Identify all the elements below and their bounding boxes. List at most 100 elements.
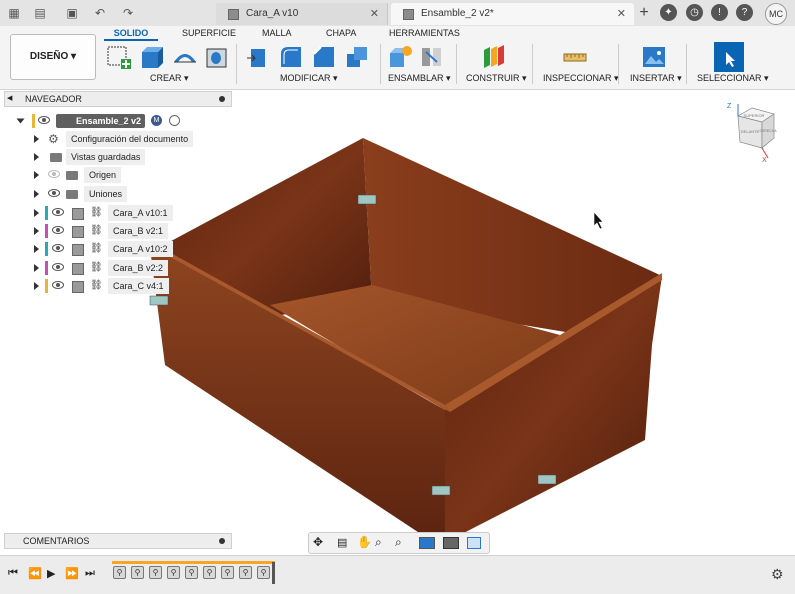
new-tab-icon[interactable]: +	[636, 5, 652, 21]
orbit-icon[interactable]: ✥	[313, 535, 323, 549]
expand-icon[interactable]	[34, 135, 39, 143]
pan-icon[interactable]: ✋	[357, 535, 372, 549]
joint-marker-icon[interactable]	[431, 485, 451, 496]
timeline-joint-icon[interactable]: ⚲	[113, 566, 126, 579]
expand-icon[interactable]	[34, 282, 39, 290]
expand-icon[interactable]	[34, 209, 39, 217]
revolve-icon[interactable]	[172, 44, 198, 70]
eye-icon[interactable]	[52, 244, 64, 252]
last-icon[interactable]: ⏭	[85, 567, 95, 580]
browser-item-component[interactable]: ⛓ Cara_A v10:2	[14, 241, 214, 257]
press-pull-icon[interactable]	[245, 44, 271, 70]
radio-icon[interactable]	[169, 115, 180, 126]
combine-icon[interactable]	[344, 44, 370, 70]
eye-icon[interactable]	[48, 189, 60, 197]
insert-image-icon[interactable]	[641, 44, 667, 70]
viewcube-face-top[interactable]: SUPERIOR	[744, 113, 765, 118]
viewcube-face-front[interactable]: DELANTE	[741, 129, 760, 134]
eye-icon[interactable]	[52, 208, 64, 216]
timeline-joint-icon[interactable]: ⚲	[221, 566, 234, 579]
eye-icon[interactable]	[52, 263, 64, 271]
browser-item[interactable]: Uniones	[14, 186, 214, 202]
zoom-icon[interactable]: ⌕	[375, 535, 382, 550]
fit-icon[interactable]: ⌕	[395, 535, 402, 550]
notifications-icon[interactable]: !	[711, 4, 728, 21]
eye-icon[interactable]	[52, 226, 64, 234]
redo-icon[interactable]: ↷	[120, 5, 136, 21]
fillet-icon[interactable]	[278, 44, 304, 70]
measure-icon[interactable]	[562, 44, 588, 70]
new-component-icon[interactable]	[387, 44, 413, 70]
timeline-joint-icon[interactable]: ⚲	[149, 566, 162, 579]
timeline-marker[interactable]	[272, 562, 275, 584]
expand-icon[interactable]	[34, 245, 39, 253]
avatar[interactable]: MC	[765, 3, 787, 25]
root-label[interactable]: Ensamble_2 v2	[56, 114, 146, 128]
pin-icon[interactable]	[219, 96, 225, 102]
document-tab-cara-a[interactable]: Cara_A v10 ✕	[216, 3, 388, 25]
grid-settings-icon[interactable]	[443, 537, 459, 549]
browser-item[interactable]: Origen	[14, 167, 214, 183]
timeline-joint-icon[interactable]: ⚲	[203, 566, 216, 579]
hole-icon[interactable]	[204, 44, 230, 70]
previous-icon[interactable]: ⏪	[28, 567, 42, 580]
help-icon[interactable]: ?	[736, 4, 753, 21]
tab-herramientas[interactable]: HERRAMIENTAS	[389, 28, 460, 38]
tab-solido[interactable]: SOLIDO	[104, 28, 158, 41]
browser-item-component[interactable]: ⛓ Cara_A v10:1	[14, 205, 214, 221]
browser-item-component[interactable]: ⛓ Cara_B v2:1	[14, 223, 214, 239]
offset-plane-icon[interactable]	[481, 44, 507, 70]
tab-superficie[interactable]: SUPERFICIE	[182, 28, 236, 38]
expand-icon[interactable]	[34, 264, 39, 272]
viewcube-face-right[interactable]: DERECHA	[759, 129, 777, 133]
expand-icon[interactable]	[16, 118, 25, 124]
comments-panel[interactable]: COMENTARIOS	[4, 533, 232, 549]
tab-chapa[interactable]: CHAPA	[326, 28, 356, 38]
next-icon[interactable]: ⏩	[65, 567, 79, 580]
expand-icon[interactable]	[34, 190, 39, 198]
workspace-dropdown[interactable]: DISEÑO ▾	[10, 34, 96, 80]
create-sketch-icon[interactable]	[106, 44, 132, 70]
look-at-icon[interactable]: ▤	[337, 536, 347, 549]
group-seleccionar[interactable]: SELECCIONAR ▾	[697, 73, 769, 84]
browser-item[interactable]: ⚙ Configuración del documento	[14, 131, 214, 147]
close-icon[interactable]: ✕	[370, 3, 379, 25]
timeline-joint-icon[interactable]: ⚲	[131, 566, 144, 579]
browser-root[interactable]: Ensamble_2 v2 M	[14, 113, 214, 129]
group-ensamblar[interactable]: ENSAMBLAR ▾	[388, 73, 451, 84]
extensions-icon[interactable]: ✦	[660, 4, 677, 21]
pin-icon[interactable]	[219, 538, 225, 544]
timeline-joint-icon[interactable]: ⚲	[257, 566, 270, 579]
viewports-icon[interactable]	[467, 537, 481, 549]
joint-icon[interactable]	[419, 44, 445, 70]
tab-malla[interactable]: MALLA	[262, 28, 292, 38]
timeline-joint-icon[interactable]: ⚲	[239, 566, 252, 579]
viewcube[interactable]: SUPERIOR DELANTE DERECHA Z X	[722, 100, 786, 164]
expand-icon[interactable]	[34, 171, 39, 179]
group-crear[interactable]: CREAR ▾	[150, 73, 189, 84]
group-insertar[interactable]: INSERTAR ▾	[630, 73, 682, 84]
file-icon[interactable]: ▤	[32, 5, 48, 21]
timeline-joint-icon[interactable]: ⚲	[167, 566, 180, 579]
eye-icon[interactable]	[52, 281, 64, 289]
browser-item-component[interactable]: ⛓ Cara_C v4:1	[14, 278, 214, 294]
save-icon[interactable]: ▣	[64, 5, 80, 21]
timeline-joint-icon[interactable]: ⚲	[185, 566, 198, 579]
select-icon[interactable]	[714, 42, 744, 72]
joint-marker-icon[interactable]	[149, 295, 169, 306]
joint-marker-icon[interactable]	[537, 474, 557, 485]
job-status-icon[interactable]: ◷	[686, 4, 703, 21]
undo-icon[interactable]: ↶	[92, 5, 108, 21]
close-icon[interactable]: ✕	[617, 3, 626, 25]
chamfer-icon[interactable]	[311, 44, 337, 70]
expand-icon[interactable]	[34, 227, 39, 235]
eye-hidden-icon[interactable]	[48, 170, 60, 178]
group-modificar[interactable]: MODIFICAR ▾	[280, 73, 338, 84]
group-inspeccionar[interactable]: INSPECCIONAR ▾	[543, 73, 619, 84]
play-icon[interactable]: ▶	[47, 567, 55, 580]
document-tab-ensamble[interactable]: Ensamble_2 v2* ✕	[391, 3, 634, 25]
collapse-icon[interactable]: ◀	[7, 92, 12, 106]
expand-icon[interactable]	[34, 153, 39, 161]
joint-marker-icon[interactable]	[357, 194, 377, 205]
browser-item-component[interactable]: ⛓ Cara_B v2:2	[14, 260, 214, 276]
